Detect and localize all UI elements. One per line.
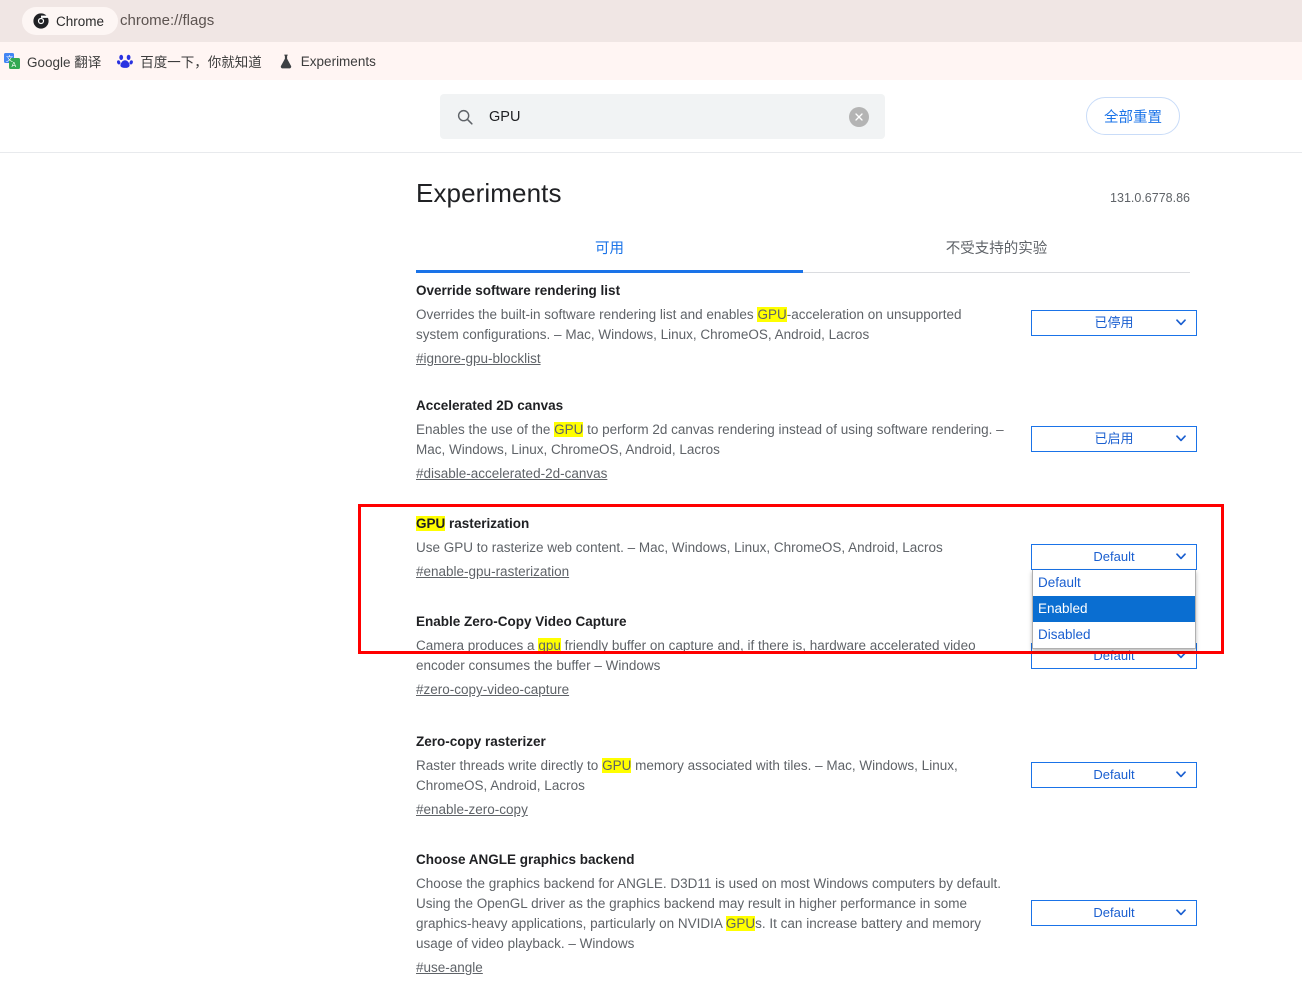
search-toolbar: 全部重置	[0, 80, 1302, 153]
experiment-anchor-link[interactable]: #use-angle	[416, 960, 483, 975]
svg-text:A: A	[12, 62, 17, 69]
experiment-info: GPU rasterization Use GPU to rasterize we…	[416, 516, 1006, 581]
experiment-description: Enables the use of the GPU to perform 2d…	[416, 422, 1004, 457]
experiment-row: GPU rasterization Use GPU to rasterize we…	[416, 516, 1197, 649]
experiment-row: Zero-copy rasterizer Raster threads write…	[416, 734, 1197, 830]
experiment-state-select-wrapper[interactable]: Default	[1031, 900, 1197, 926]
experiment-state-select[interactable]: Default	[1031, 900, 1197, 926]
experiment-anchor-link[interactable]: #ignore-gpu-blocklist	[416, 351, 541, 366]
chrome-version: 131.0.6778.86	[1110, 191, 1190, 205]
search-match-highlight: GPU	[602, 758, 632, 773]
flags-content: Experiments 131.0.6778.86 可用 不受支持的实验 Ove…	[416, 153, 1197, 975]
clear-search-button[interactable]	[849, 106, 869, 127]
experiment-name: GPU rasterization	[416, 516, 530, 531]
experiment-row: Accelerated 2D canvas Enables the use of …	[416, 398, 1197, 494]
search-icon	[457, 109, 473, 125]
page-header: Experiments 131.0.6778.86	[416, 153, 1190, 209]
experiment-row: Choose ANGLE graphics backend Choose the …	[416, 852, 1197, 977]
google-translate-icon: 文 A	[4, 53, 20, 69]
experiment-state-select-wrapper[interactable]: 已启用	[1031, 426, 1197, 452]
search-match-highlight: GPU	[757, 307, 787, 322]
experiment-state-select[interactable]: Default	[1031, 762, 1197, 788]
experiment-description: Use GPU to rasterize web content. – Mac,…	[416, 540, 943, 555]
experiments-list: Override software rendering list Override…	[416, 273, 1197, 975]
experiment-anchor-link[interactable]: #enable-zero-copy	[416, 802, 528, 817]
experiment-row: Override software rendering list Override…	[416, 283, 1197, 379]
bookmark-label: 百度一下，你就知道	[140, 55, 262, 70]
experiment-name: Choose ANGLE graphics backend	[416, 852, 635, 867]
experiment-state-select-wrapper[interactable]: Default Default Enabled Disabled	[1031, 544, 1197, 649]
experiment-description: Overrides the built-in software renderin…	[416, 307, 962, 342]
flask-icon	[280, 54, 291, 69]
bookmark-google-translate[interactable]: 文 A Google 翻译	[0, 48, 109, 74]
dropdown-option-disabled[interactable]: Disabled	[1033, 622, 1195, 648]
search-match-highlight: GPU	[554, 422, 584, 437]
experiment-name: Override software rendering list	[416, 283, 621, 298]
bookmark-label: Experiments	[300, 53, 376, 69]
experiment-info: Zero-copy rasterizer Raster threads write…	[416, 734, 1006, 819]
experiment-info: Override software rendering list Override…	[416, 283, 1006, 368]
tab-unsupported[interactable]: 不受支持的实验	[803, 237, 1190, 272]
search-match-highlight: gpu	[538, 638, 561, 653]
search-box[interactable]	[440, 94, 885, 139]
browser-tab-title: Chrome	[56, 13, 105, 29]
page-title: Experiments	[416, 178, 562, 208]
tab-available[interactable]: 可用	[416, 237, 803, 273]
experiment-anchor-link[interactable]: #enable-gpu-rasterization	[416, 564, 569, 579]
omnibox-url[interactable]: chrome://flags	[120, 12, 214, 29]
bookmark-label: Google 翻译	[27, 55, 102, 70]
flags-body: Experiments 131.0.6778.86 可用 不受支持的实验 Ove…	[0, 153, 1302, 975]
experiment-anchor-link[interactable]: #disable-accelerated-2d-canvas	[416, 466, 607, 481]
baidu-icon	[117, 54, 134, 68]
flags-tabs: 可用 不受支持的实验	[416, 237, 1190, 273]
experiment-state-select-wrapper[interactable]: 已停用	[1031, 310, 1197, 336]
search-match-highlight: GPU	[725, 916, 756, 931]
experiment-info: Accelerated 2D canvas Enables the use of …	[416, 398, 1006, 483]
flags-page: 全部重置 Experiments 131.0.6778.86 可用 不受支持的实…	[0, 80, 1302, 991]
experiment-description: Camera produces a gpu friendly buffer on…	[416, 638, 976, 673]
chrome-logo-icon	[33, 13, 49, 29]
experiment-name: Enable Zero-Copy Video Capture	[416, 614, 627, 629]
experiment-description: Choose the graphics backend for ANGLE. D…	[416, 876, 1002, 951]
experiment-name: Accelerated 2D canvas	[416, 398, 564, 413]
experiment-anchor-link[interactable]: #zero-copy-video-capture	[416, 682, 569, 697]
browser-tab[interactable]: Chrome	[22, 7, 119, 35]
experiment-info: Choose ANGLE graphics backend Choose the …	[416, 852, 1006, 977]
experiment-state-dropdown[interactable]: Default Enabled Disabled	[1032, 570, 1196, 649]
bookmark-baidu[interactable]: 百度一下，你就知道	[109, 48, 270, 74]
experiment-name: Zero-copy rasterizer	[416, 734, 546, 749]
dropdown-option-default[interactable]: Default	[1033, 570, 1195, 596]
dropdown-option-enabled[interactable]: Enabled	[1033, 596, 1195, 622]
experiment-state-select[interactable]: 已停用	[1031, 310, 1197, 336]
search-input[interactable]	[474, 107, 849, 126]
experiment-state-select[interactable]: Default	[1031, 544, 1197, 570]
reset-all-button[interactable]: 全部重置	[1086, 97, 1180, 135]
experiment-description: Raster threads write directly to GPU mem…	[416, 758, 958, 793]
search-match-highlight: GPU	[416, 516, 446, 531]
experiment-info: Enable Zero-Copy Video Capture Camera pro…	[416, 614, 1006, 699]
experiment-state-select[interactable]: 已启用	[1031, 426, 1197, 452]
browser-tab-strip: Chrome chrome://flags	[0, 0, 1302, 42]
bookmark-experiments[interactable]: Experiments	[270, 50, 384, 72]
experiment-state-select-wrapper[interactable]: Default	[1031, 762, 1197, 788]
clear-x-icon	[855, 112, 863, 121]
bookmarks-bar: 文 A Google 翻译 百度一下，你就知道 Experiments	[0, 42, 1302, 80]
